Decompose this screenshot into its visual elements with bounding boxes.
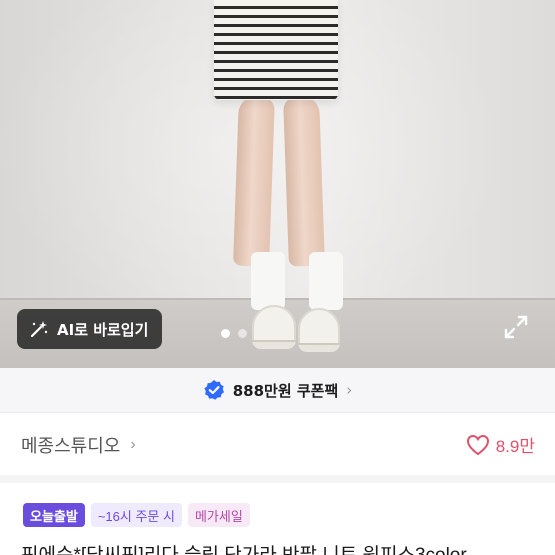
right-leg bbox=[283, 95, 325, 267]
expand-icon[interactable] bbox=[502, 313, 530, 341]
chevron-right-icon: › bbox=[346, 381, 353, 399]
pager-dot-active[interactable] bbox=[221, 329, 230, 338]
ai-try-on-label: AI로 바로입기 bbox=[57, 320, 149, 339]
shop-row: 메종스튜디오 › 8.9만 bbox=[0, 413, 555, 475]
left-sneaker bbox=[252, 305, 296, 349]
left-sock bbox=[251, 252, 285, 310]
product-image[interactable]: AI로 바로입기 bbox=[0, 0, 555, 368]
product-title: 핀에슨*[당씨핀]리다 슬림 단가라 반팔 니트 원피스3color bbox=[21, 540, 467, 555]
shop-link[interactable]: 메종스튜디오 › bbox=[21, 432, 136, 458]
shop-name: 메종스튜디오 bbox=[21, 436, 121, 456]
coupon-pack-banner[interactable]: 888만원 쿠폰팩 › bbox=[0, 368, 555, 412]
like-button[interactable]: 8.9만 bbox=[466, 432, 535, 457]
section-separator bbox=[0, 475, 555, 483]
left-leg bbox=[233, 95, 275, 267]
order-cutoff-badge: ~16시 주문 시 bbox=[90, 503, 182, 527]
chevron-right-icon: › bbox=[130, 436, 136, 453]
verified-badge-icon bbox=[204, 380, 224, 400]
badge-row: 오늘출발 ~16시 주문 시 메가세일 bbox=[23, 503, 250, 527]
magic-wand-icon bbox=[30, 321, 48, 338]
today-shipping-badge: 오늘출발 bbox=[23, 503, 85, 527]
striped-skirt bbox=[214, 0, 338, 100]
ai-try-on-button[interactable]: AI로 바로입기 bbox=[17, 309, 162, 349]
coupon-pack-label: 888만원 쿠폰팩 bbox=[232, 381, 339, 400]
heart-icon bbox=[466, 434, 489, 455]
right-sock bbox=[309, 252, 343, 310]
mega-sale-badge: 메가세일 bbox=[187, 503, 250, 527]
pager-dot[interactable] bbox=[238, 329, 247, 338]
like-count: 8.9만 bbox=[495, 437, 535, 456]
image-pager bbox=[221, 329, 247, 338]
right-sneaker bbox=[298, 308, 340, 352]
